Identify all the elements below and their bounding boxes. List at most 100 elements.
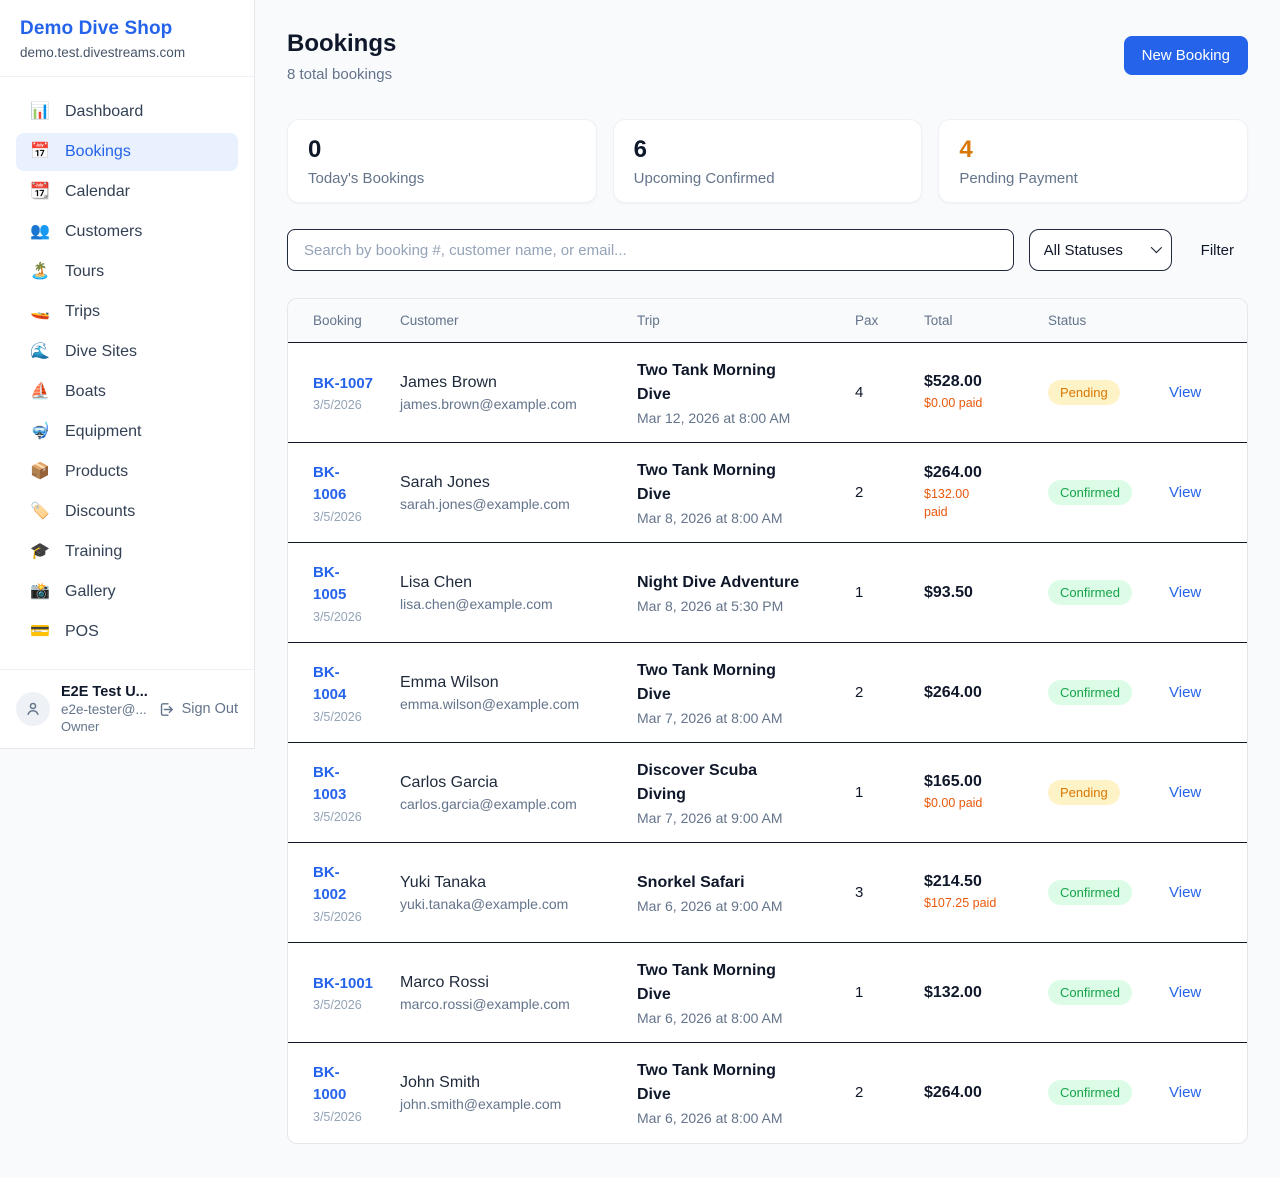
status-badge: Confirmed (1048, 580, 1132, 605)
customer-email: marco.rossi@example.com (400, 996, 629, 1012)
booking-id-link[interactable]: BK- 1004 (313, 662, 392, 707)
view-link[interactable]: View (1169, 484, 1201, 501)
main-content: Bookings 8 total bookings New Booking 0 … (255, 0, 1280, 1178)
sidebar-item-label: POS (65, 623, 99, 641)
customer-email: emma.wilson@example.com (400, 696, 629, 712)
booking-date: 3/5/2026 (313, 398, 392, 412)
pax-count: 4 (855, 343, 924, 443)
sidebar-item-label: Dashboard (65, 103, 143, 121)
sidebar-item-dashboard[interactable]: 📊 Dashboard (16, 93, 238, 131)
status-badge: Pending (1048, 780, 1120, 805)
sign-out-label: Sign Out (182, 701, 238, 717)
sidebar-item-equipment[interactable]: 🤿 Equipment (16, 413, 238, 451)
status-badge: Confirmed (1048, 680, 1132, 705)
booking-id-link[interactable]: BK-1001 (313, 973, 392, 996)
stat-card: 6 Upcoming Confirmed (613, 119, 923, 203)
booking-id-link[interactable]: BK-1007 (313, 373, 392, 396)
sign-out-icon (158, 701, 175, 718)
trip-name: Two Tank Morning Dive (637, 959, 847, 1007)
stat-label: Upcoming Confirmed (634, 170, 902, 187)
view-link[interactable]: View (1169, 884, 1201, 901)
column-header-customer: Customer (400, 299, 637, 343)
trip-datetime: Mar 8, 2026 at 8:00 AM (637, 510, 847, 526)
customer-name: Sarah Jones (400, 474, 629, 492)
view-link[interactable]: View (1169, 384, 1201, 401)
trip-name: Two Tank Morning Dive (637, 459, 847, 507)
nav-icon: 🏷️ (29, 504, 51, 520)
trip-datetime: Mar 7, 2026 at 9:00 AM (637, 810, 847, 826)
user-footer: E2E Test U... e2e-tester@... Owner Sign … (0, 669, 254, 748)
sidebar-item-trips[interactable]: 🚤 Trips (16, 293, 238, 331)
pax-count: 2 (855, 1043, 924, 1143)
booking-date: 3/5/2026 (313, 998, 392, 1012)
view-link[interactable]: View (1169, 1084, 1201, 1101)
filter-button[interactable]: Filter (1187, 234, 1248, 267)
pax-count: 1 (855, 743, 924, 843)
sidebar-item-products[interactable]: 📦 Products (16, 453, 238, 491)
customer-name: Yuki Tanaka (400, 874, 629, 892)
nav-icon: 📊 (29, 104, 51, 120)
table-row: BK-1007 3/5/2026 James Brown james.brown… (288, 343, 1247, 443)
sidebar-item-pos[interactable]: 💳 POS (16, 613, 238, 651)
sidebar-item-boats[interactable]: ⛵ Boats (16, 373, 238, 411)
sign-out-button[interactable]: Sign Out (158, 701, 238, 718)
sidebar-item-discounts[interactable]: 🏷️ Discounts (16, 493, 238, 531)
table-row: BK- 1003 3/5/2026 Carlos Garcia carlos.g… (288, 743, 1247, 843)
pax-count: 1 (855, 543, 924, 643)
bookings-table-card: Booking Customer Trip Pax Total Status (287, 298, 1248, 1144)
trip-datetime: Mar 6, 2026 at 8:00 AM (637, 1010, 847, 1026)
sidebar-item-label: Products (65, 463, 128, 481)
sidebar-item-label: Trips (65, 303, 100, 321)
total-amount: $132.00 (924, 984, 1040, 1002)
stat-value: 4 (959, 137, 1227, 163)
booking-id-link[interactable]: BK- 1003 (313, 762, 392, 807)
column-header-total: Total (924, 299, 1048, 343)
view-link[interactable]: View (1169, 784, 1201, 801)
stat-card: 0 Today's Bookings (287, 119, 597, 203)
stat-value: 0 (308, 137, 576, 163)
table-row: BK- 1000 3/5/2026 John Smith john.smith@… (288, 1043, 1247, 1143)
trip-datetime: Mar 6, 2026 at 9:00 AM (637, 898, 847, 914)
status-select[interactable]: All Statuses (1029, 229, 1172, 271)
page-header-text: Bookings 8 total bookings (287, 30, 396, 83)
booking-id-link[interactable]: BK- 1006 (313, 462, 392, 507)
view-link[interactable]: View (1169, 984, 1201, 1001)
customer-name: Emma Wilson (400, 674, 629, 692)
sidebar-item-customers[interactable]: 👥 Customers (16, 213, 238, 251)
search-input[interactable] (287, 229, 1014, 271)
total-amount: $528.00 (924, 373, 1040, 391)
sidebar-item-calendar[interactable]: 📆 Calendar (16, 173, 238, 211)
new-booking-button[interactable]: New Booking (1124, 36, 1248, 75)
total-amount: $165.00 (924, 773, 1040, 791)
sidebar-item-gallery[interactable]: 📸 Gallery (16, 573, 238, 611)
total-amount: $264.00 (924, 464, 1040, 482)
sidebar: Demo Dive Shop demo.test.divestreams.com… (0, 0, 255, 749)
view-link[interactable]: View (1169, 684, 1201, 701)
nav-icon: 💳 (29, 624, 51, 640)
total-amount: $264.00 (924, 1084, 1040, 1102)
view-link[interactable]: View (1169, 584, 1201, 601)
booking-id-link[interactable]: BK- 1005 (313, 562, 392, 607)
pax-count: 2 (855, 443, 924, 543)
page-subtitle: 8 total bookings (287, 66, 396, 83)
table-row: BK- 1002 3/5/2026 Yuki Tanaka yuki.tanak… (288, 843, 1247, 943)
nav-icon: ⛵ (29, 384, 51, 400)
customer-name: Marco Rossi (400, 974, 629, 992)
shop-name: Demo Dive Shop (20, 18, 234, 40)
paid-amount: $0.00 paid (924, 395, 1040, 413)
sidebar-item-label: Dive Sites (65, 343, 137, 361)
sidebar-item-bookings[interactable]: 📅 Bookings (16, 133, 238, 171)
sidebar-item-tours[interactable]: 🏝️ Tours (16, 253, 238, 291)
sidebar-item-dive-sites[interactable]: 🌊 Dive Sites (16, 333, 238, 371)
customer-email: yuki.tanaka@example.com (400, 896, 629, 912)
booking-id-link[interactable]: BK- 1000 (313, 1062, 392, 1107)
page-title: Bookings (287, 30, 396, 58)
nav-icon: 📦 (29, 464, 51, 480)
booking-id-link[interactable]: BK- 1002 (313, 862, 392, 907)
nav-icon: 🚤 (29, 304, 51, 320)
nav-icon: 👥 (29, 224, 51, 240)
sidebar-item-training[interactable]: 🎓 Training (16, 533, 238, 571)
paid-amount: $0.00 paid (924, 795, 1040, 813)
trip-name: Discover Scuba Diving (637, 759, 847, 807)
booking-date: 3/5/2026 (313, 710, 392, 724)
